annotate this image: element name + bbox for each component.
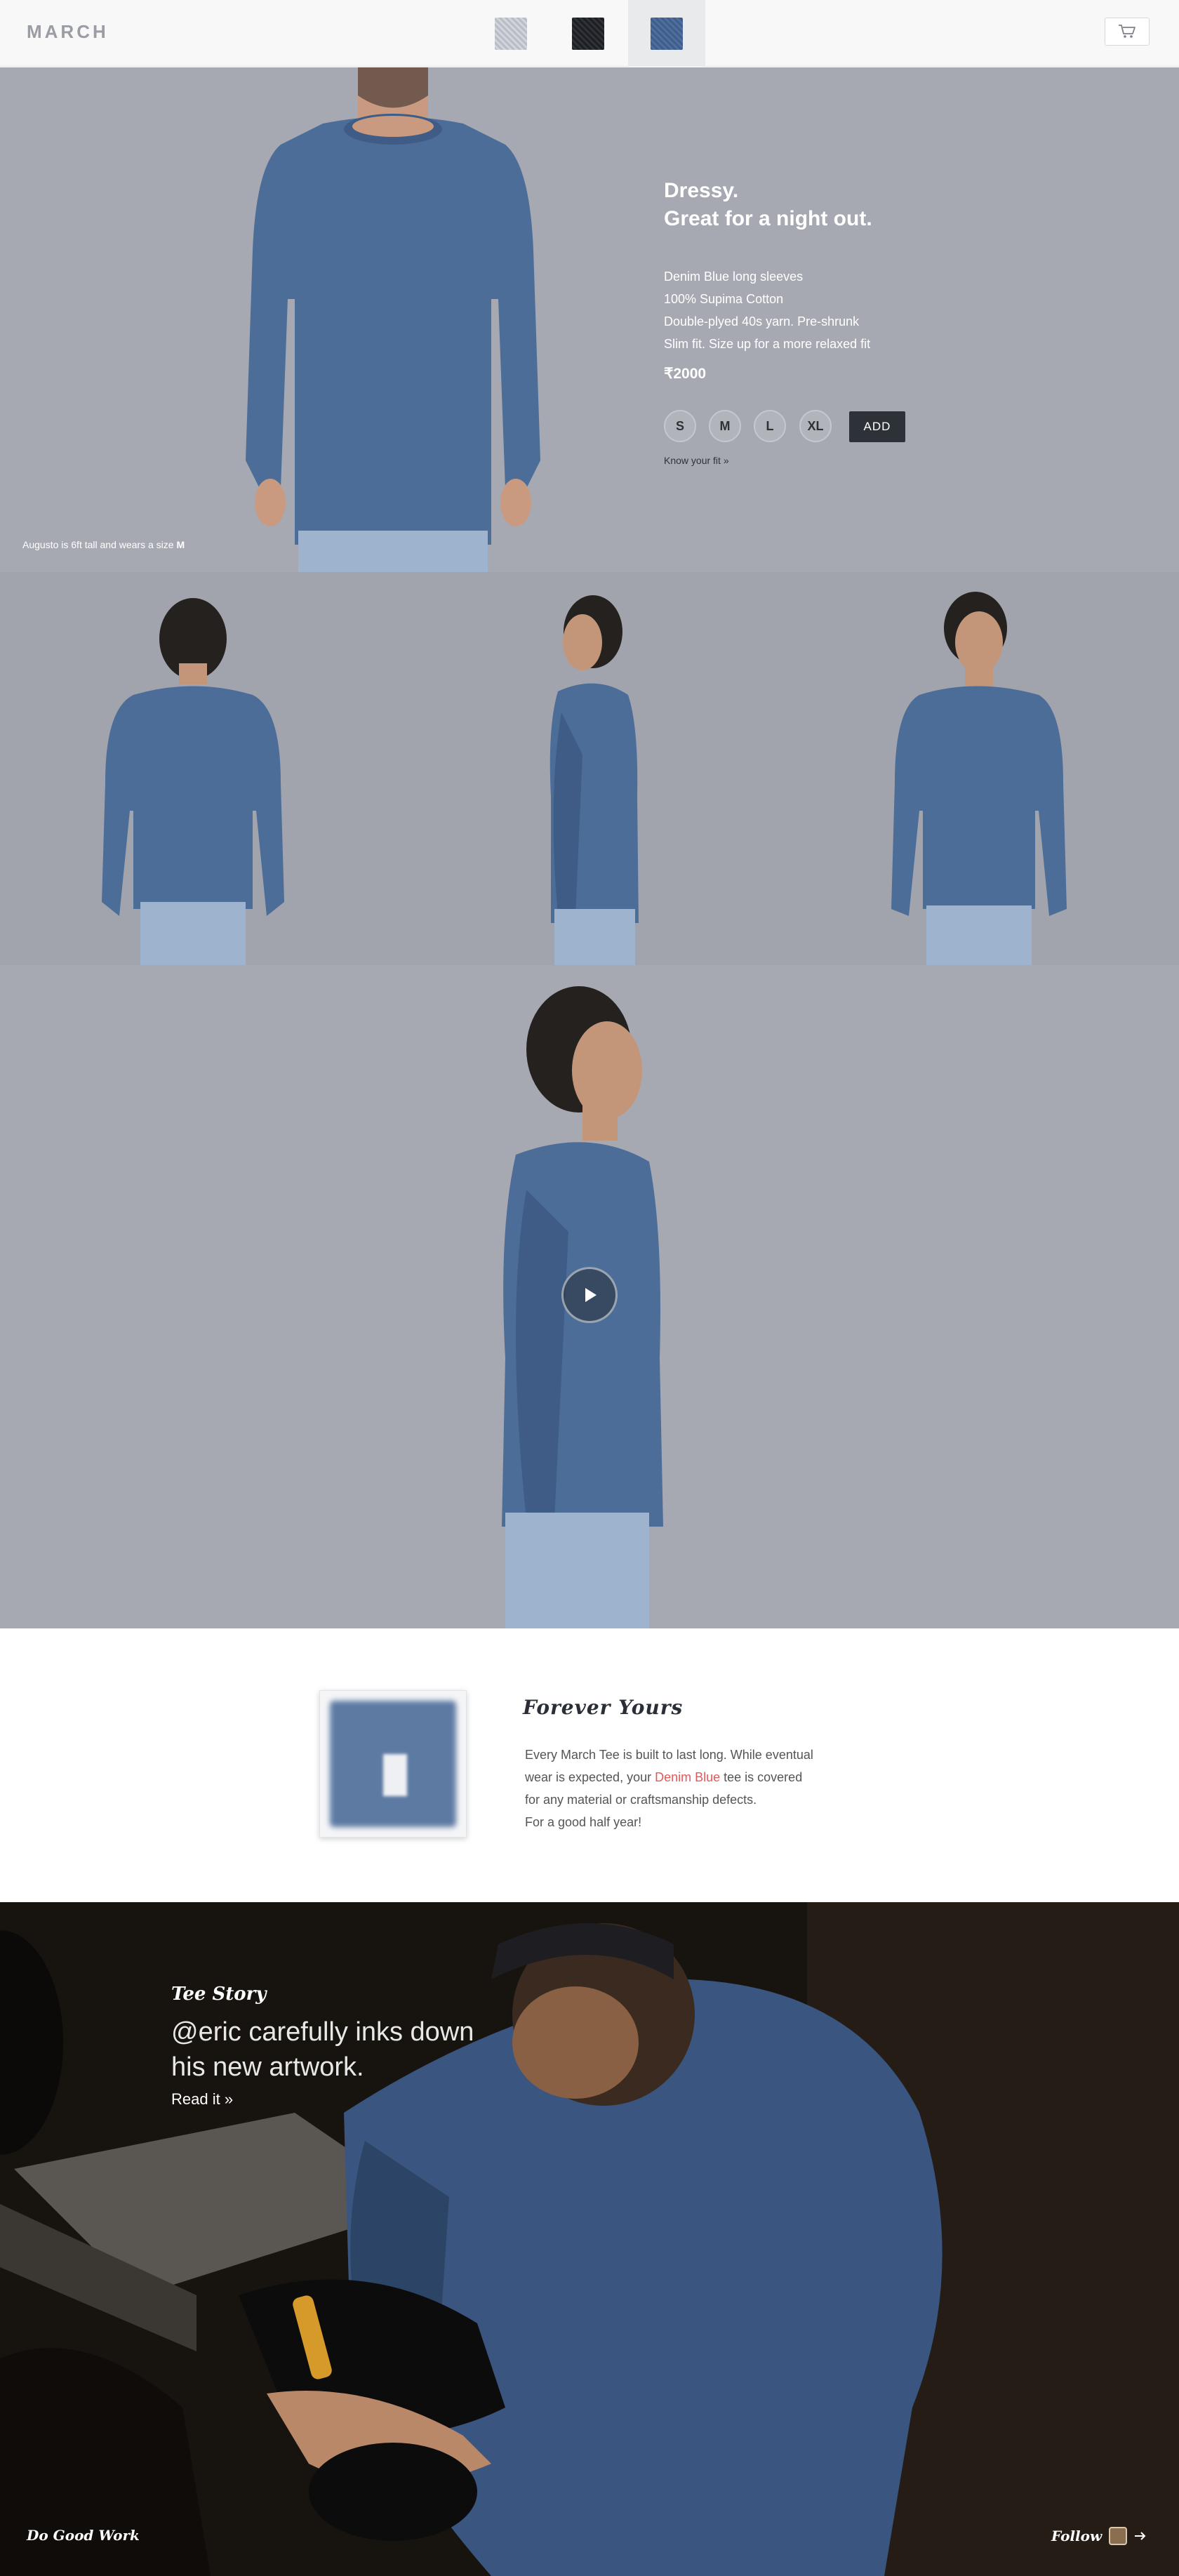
- caption-size: M: [176, 539, 185, 550]
- model-angle-image[interactable]: [863, 572, 1088, 965]
- swatch-grey[interactable]: [495, 17, 527, 50]
- site-header: MARCH: [0, 0, 1179, 67]
- package-tag: [383, 1754, 407, 1796]
- model-caption: Augusto is 6ft tall and wears a size M: [22, 539, 185, 550]
- arrow-right-icon: [1135, 2532, 1146, 2540]
- warranty-line: wear is expected, your Denim Blue tee is…: [525, 1766, 862, 1788]
- warranty-line-part: wear is expected, your: [525, 1770, 655, 1784]
- swatch-black-slot[interactable]: [549, 0, 627, 67]
- warranty-text: Every March Tee is built to last long. W…: [525, 1744, 862, 1833]
- warranty-line: for any material or craftsmanship defect…: [525, 1793, 757, 1807]
- play-icon: [585, 1288, 597, 1302]
- read-story-link[interactable]: Read it »: [171, 2090, 233, 2109]
- size-xl-button[interactable]: XL: [799, 410, 832, 442]
- product-features: Denim Blue long sleeves 100% Supima Cott…: [664, 265, 870, 355]
- warranty-line: Every March Tee is built to last long. W…: [525, 1748, 813, 1762]
- instagram-icon: [1109, 2527, 1128, 2545]
- size-s-button[interactable]: S: [664, 410, 696, 442]
- warranty-title: Forever Yours: [523, 1696, 684, 1719]
- product-headline: Dressy. Great for a night out.: [664, 177, 872, 233]
- brand-logo[interactable]: MARCH: [27, 21, 109, 43]
- headline-line-2: Great for a night out.: [664, 207, 872, 230]
- warranty-line: For a good half year!: [525, 1815, 642, 1829]
- follow-link[interactable]: Follow: [1051, 2527, 1147, 2545]
- warranty-line-part: tee is covered: [720, 1770, 803, 1784]
- tee-story-section: Tee Story @eric carefully inks down his …: [0, 1902, 1179, 2576]
- feature-item: 100% Supima Cotton: [664, 292, 784, 306]
- model-back-image[interactable]: [77, 572, 302, 965]
- swatch-black[interactable]: [572, 17, 604, 50]
- follow-label: Follow: [1051, 2528, 1103, 2544]
- model-side-image[interactable]: [477, 572, 702, 965]
- caption-text: Augusto is 6ft tall and wears a size: [22, 539, 174, 550]
- warranty-package-image: [319, 1690, 467, 1838]
- tee-story-label: Tee Story: [171, 1984, 267, 2005]
- video-section: [0, 965, 1179, 1628]
- size-m-button[interactable]: M: [709, 410, 741, 442]
- headline-line-1: Dressy.: [664, 179, 739, 202]
- play-video-button[interactable]: [561, 1267, 618, 1323]
- swatch-blue-slot[interactable]: [628, 0, 705, 67]
- feature-item: Denim Blue long sleeves: [664, 270, 804, 284]
- swatch-blue[interactable]: [651, 17, 683, 50]
- warranty-section: Forever Yours Every March Tee is built t…: [0, 1628, 1179, 1902]
- tee-story-title: @eric carefully inks down his new artwor…: [171, 2017, 474, 2082]
- model-front-image: [246, 67, 540, 572]
- product-price: ₹2000: [664, 366, 707, 382]
- product-views-section: [0, 572, 1179, 965]
- cart-button[interactable]: [1105, 18, 1150, 46]
- size-l-button[interactable]: L: [754, 410, 786, 442]
- add-to-cart-button[interactable]: ADD: [849, 411, 905, 442]
- feature-item: Slim fit. Size up for a more relaxed fit: [664, 337, 871, 351]
- feature-item: Double-plyed 40s yarn. Pre-shrunk: [664, 314, 860, 328]
- know-your-fit-link[interactable]: Know your fit »: [664, 455, 729, 466]
- color-name-highlight: Denim Blue: [655, 1770, 721, 1784]
- cart-icon: [1119, 25, 1135, 38]
- footer-tagline: Do Good Work: [27, 2527, 140, 2544]
- swatch-grey-slot[interactable]: [472, 0, 549, 67]
- hero-section: Augusto is 6ft tall and wears a size M D…: [0, 67, 1179, 572]
